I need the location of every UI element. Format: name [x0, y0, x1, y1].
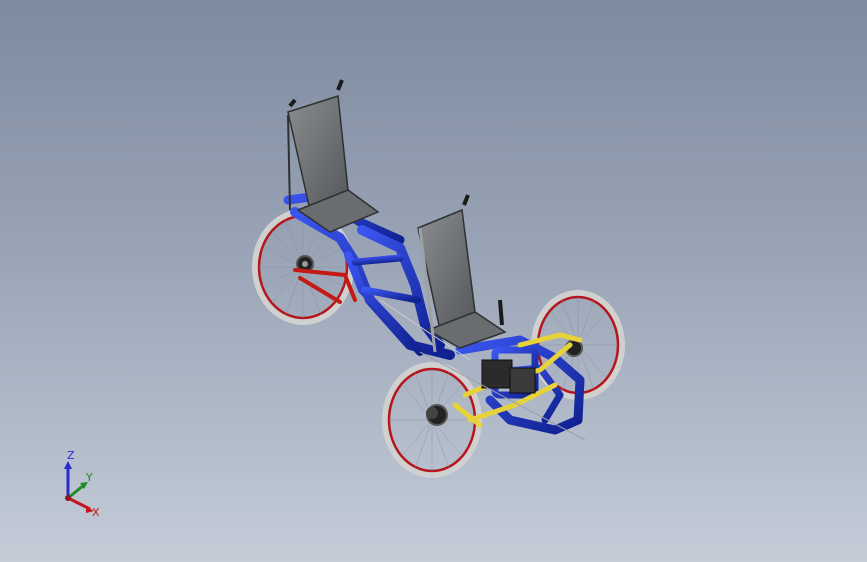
axis-x-label: X	[92, 506, 100, 519]
front-seat[interactable]	[417, 194, 507, 353]
rear-seat[interactable]	[287, 79, 380, 233]
recumbent-quad-bike-model[interactable]	[0, 0, 867, 562]
axis-arrows	[64, 461, 94, 513]
coordinate-triad: Z Y X	[52, 445, 112, 525]
front-left-wheel[interactable]	[382, 362, 482, 478]
cad-graphics-area[interactable]: Z Y X	[0, 0, 867, 562]
axis-y-label: Y	[86, 471, 93, 484]
axis-z-label: Z	[67, 449, 75, 462]
